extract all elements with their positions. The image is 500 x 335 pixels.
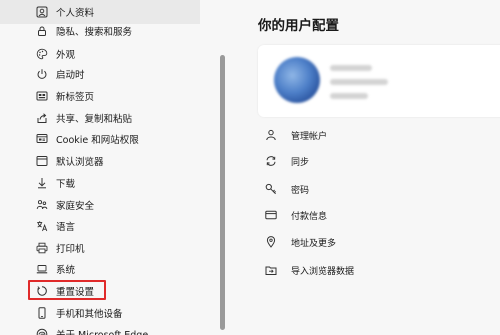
key-icon (265, 183, 277, 195)
sidebar-item-label: Cookie 和网站权限 (56, 135, 139, 146)
phone-icon (36, 307, 48, 319)
sidebar-item-default-browser[interactable]: 默认浏览器 (0, 149, 200, 173)
sidebar-item-on-startup[interactable]: 启动时 (0, 62, 200, 86)
sidebar-item-label: 系统 (56, 265, 76, 276)
printer-icon (36, 242, 48, 254)
location-icon (265, 236, 277, 248)
profile-icon (36, 6, 48, 18)
power-icon (36, 68, 48, 80)
sidebar-item-system[interactable]: 系统 (0, 257, 200, 281)
edge-icon (36, 328, 48, 335)
download-icon (36, 177, 48, 189)
action-label: 密码 (291, 185, 310, 196)
settings-sidebar: 个人资料 隐私、搜索和服务 外观 启动时 新标签页 共享、复制和粘贴 Cooki… (0, 0, 210, 335)
sidebar-item-label: 打印机 (56, 244, 85, 255)
action-label: 地址及更多 (291, 238, 337, 249)
action-label: 付款信息 (291, 211, 328, 222)
sync-icon (265, 155, 277, 167)
profile-detail-blurred (330, 93, 368, 99)
import-icon (265, 264, 277, 276)
sidebar-item-downloads[interactable]: 下载 (0, 171, 200, 195)
new-tab-icon (36, 90, 48, 102)
profile-email-blurred (330, 79, 388, 85)
action-sync[interactable]: 同步 (265, 152, 309, 170)
sidebar-item-label: 启动时 (56, 70, 85, 81)
sidebar-item-new-tab[interactable]: 新标签页 (0, 84, 200, 108)
sidebar-item-label: 共享、复制和粘贴 (56, 114, 133, 125)
share-icon (36, 112, 48, 124)
profile-name-blurred (330, 65, 372, 71)
action-label: 管理帐户 (291, 131, 328, 142)
action-import-browser-data[interactable]: 导入浏览器数据 (265, 261, 354, 279)
sidebar-item-label: 隐私、搜索和服务 (56, 27, 133, 38)
action-manage-account[interactable]: 管理帐户 (265, 126, 327, 144)
action-payment-info[interactable]: 付款信息 (265, 206, 327, 224)
sidebar-item-label: 关于 Microsoft Edge (56, 327, 148, 335)
action-label: 同步 (291, 157, 310, 168)
sidebar-item-label: 语言 (56, 222, 76, 233)
family-icon (36, 199, 48, 211)
action-passwords[interactable]: 密码 (265, 180, 309, 198)
page-title: 你的用户配置 (258, 18, 339, 34)
card-icon (265, 209, 277, 221)
browser-icon (36, 155, 48, 167)
palette-icon (36, 48, 48, 60)
sidebar-item-label: 新标签页 (56, 92, 95, 103)
sidebar-item-label: 下载 (56, 179, 76, 190)
sidebar-item-label: 默认浏览器 (56, 157, 104, 168)
sidebar-item-privacy[interactable]: 隐私、搜索和服务 (0, 19, 200, 43)
profile-card[interactable] (258, 45, 500, 117)
settings-window: 个人资料 隐私、搜索和服务 外观 启动时 新标签页 共享、复制和粘贴 Cooki… (0, 0, 500, 335)
sidebar-item-label: 外观 (56, 50, 76, 61)
sidebar-item-cookies[interactable]: Cookie 和网站权限 (0, 127, 200, 151)
cookie-site-icon (36, 133, 48, 145)
sidebar-scrollbar-thumb[interactable] (220, 55, 225, 330)
action-label: 导入浏览器数据 (291, 266, 355, 277)
avatar (274, 57, 320, 103)
lock-icon (36, 25, 48, 37)
sidebar-item-label: 家庭安全 (56, 201, 95, 212)
sidebar-item-languages[interactable]: 语言 (0, 214, 200, 238)
sidebar-item-label: 个人资料 (56, 8, 95, 19)
action-addresses[interactable]: 地址及更多 (265, 233, 336, 251)
laptop-icon (36, 263, 48, 275)
language-icon (36, 220, 48, 232)
sidebar-item-about-edge[interactable]: 关于 Microsoft Edge (0, 322, 200, 335)
person-icon (265, 129, 277, 141)
reset-settings-highlight (28, 280, 106, 300)
sidebar-item-label: 手机和其他设备 (56, 309, 123, 320)
